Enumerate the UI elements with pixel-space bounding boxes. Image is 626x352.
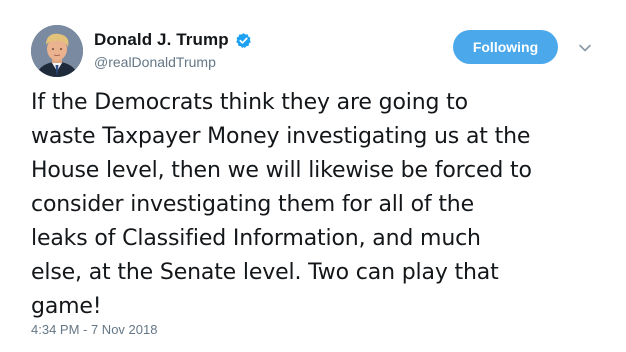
tweet-text: If the Democrats think they are going to… — [31, 90, 532, 319]
author-display-name[interactable]: Donald J. Trump — [94, 30, 229, 50]
chevron-down-icon[interactable] — [577, 40, 593, 56]
following-button[interactable]: Following — [453, 30, 558, 64]
author-handle[interactable]: @realDonaldTrump — [94, 54, 252, 70]
verified-badge-icon — [235, 32, 252, 49]
author-info: Donald J. Trump @realDonaldTrump — [94, 30, 252, 70]
tweet-timestamp[interactable]: 4:34 PM - 7 Nov 2018 — [31, 322, 157, 337]
avatar-image — [31, 25, 83, 77]
author-name-row: Donald J. Trump — [94, 30, 252, 50]
tweet-card: Donald J. Trump @realDonaldTrump Followi… — [0, 0, 626, 352]
avatar[interactable] — [31, 25, 83, 77]
